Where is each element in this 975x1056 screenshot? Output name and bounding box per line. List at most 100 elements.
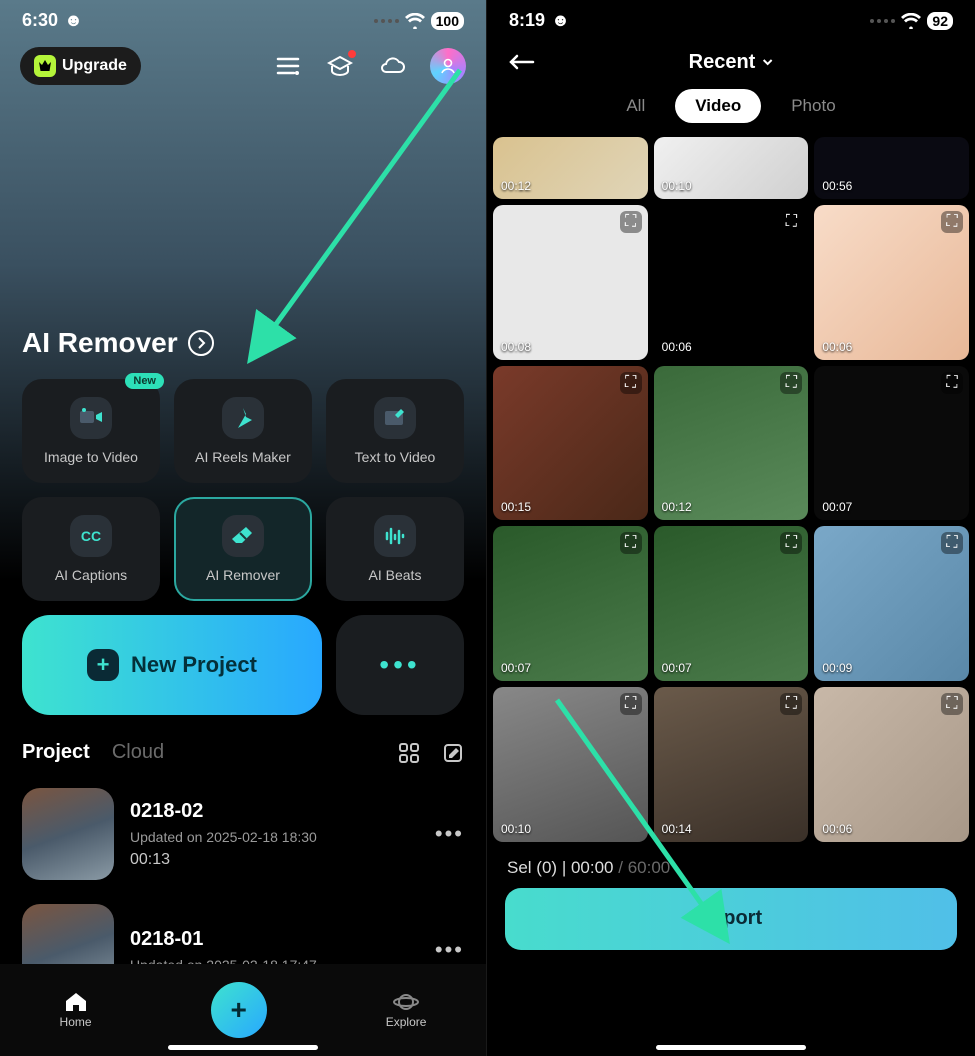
import-screen: 8:19 ☻ 92 Recent All Video Photo 00:12 0… bbox=[487, 0, 975, 1056]
filter-video[interactable]: Video bbox=[675, 89, 761, 123]
media-item[interactable]: ⛶ 00:10 bbox=[493, 687, 648, 842]
bottom-nav: Home + Explore bbox=[0, 964, 486, 1056]
expand-icon[interactable]: ⛶ bbox=[780, 211, 802, 233]
chevron-down-icon bbox=[761, 57, 773, 67]
academy-icon[interactable] bbox=[326, 52, 354, 80]
status-bar: 8:19 ☻ 92 bbox=[487, 0, 975, 35]
planet-icon bbox=[393, 991, 419, 1013]
media-duration: 00:12 bbox=[662, 500, 692, 514]
nav-explore[interactable]: Explore bbox=[386, 991, 427, 1029]
media-item[interactable]: 00:56 bbox=[814, 137, 969, 199]
back-button[interactable] bbox=[507, 53, 535, 71]
profile-avatar[interactable] bbox=[430, 48, 466, 84]
battery-level: 92 bbox=[927, 12, 953, 30]
edit-icon[interactable] bbox=[442, 742, 464, 764]
expand-icon[interactable]: ⛶ bbox=[620, 693, 642, 715]
eraser-icon bbox=[222, 515, 264, 557]
project-more-icon[interactable]: ••• bbox=[435, 821, 464, 847]
media-duration: 00:08 bbox=[501, 340, 531, 354]
home-icon bbox=[64, 991, 88, 1013]
captions-icon: CC bbox=[70, 515, 112, 557]
expand-icon[interactable]: ⛶ bbox=[780, 372, 802, 394]
tool-ai-remover[interactable]: AI Remover bbox=[174, 497, 312, 601]
selection-time: 00:00 bbox=[571, 858, 614, 877]
tool-label: AI Remover bbox=[206, 567, 280, 583]
media-item[interactable]: ⛶00:07 bbox=[493, 526, 648, 681]
filter-photo[interactable]: Photo bbox=[771, 89, 855, 123]
media-duration: 00:06 bbox=[662, 340, 692, 354]
media-item[interactable]: ⛶00:09 bbox=[814, 526, 969, 681]
project-item[interactable]: 0218-02 Updated on 2025-02-18 18:30 00:1… bbox=[22, 776, 464, 892]
expand-icon[interactable]: ⛶ bbox=[620, 372, 642, 394]
expand-icon[interactable]: ⛶ bbox=[941, 532, 963, 554]
media-item[interactable]: ⛶00:14 bbox=[654, 687, 809, 842]
media-item[interactable]: ⛶ 00:08 bbox=[493, 205, 648, 360]
project-duration: 00:13 bbox=[130, 851, 419, 869]
tab-cloud[interactable]: Cloud bbox=[112, 741, 164, 764]
tool-label: AI Captions bbox=[55, 567, 127, 583]
nav-create-button[interactable]: + bbox=[211, 982, 267, 1038]
crown-icon bbox=[34, 55, 56, 77]
media-item[interactable]: 00:10 bbox=[654, 137, 809, 199]
cellular-dots-icon bbox=[870, 19, 895, 23]
project-more-icon[interactable]: ••• bbox=[435, 937, 464, 963]
new-project-button[interactable]: + New Project bbox=[22, 615, 322, 715]
tool-ai-captions[interactable]: CC AI Captions bbox=[22, 497, 160, 601]
expand-icon[interactable]: ⛶ bbox=[780, 532, 802, 554]
filter-tabs: All Video Photo bbox=[487, 79, 975, 137]
media-item[interactable]: ⛶ 00:06 bbox=[654, 205, 809, 360]
cloud-icon[interactable] bbox=[378, 52, 406, 80]
project-name: 0218-02 bbox=[130, 800, 419, 823]
album-dropdown[interactable]: Recent bbox=[689, 51, 774, 74]
expand-icon[interactable]: ⛶ bbox=[941, 372, 963, 394]
media-duration: 00:15 bbox=[501, 500, 531, 514]
import-button[interactable]: Import bbox=[505, 888, 957, 950]
cellular-dots-icon bbox=[374, 19, 399, 23]
expand-icon[interactable]: ⛶ bbox=[941, 693, 963, 715]
new-badge: New bbox=[125, 373, 164, 389]
chevron-right-icon[interactable] bbox=[188, 330, 214, 356]
tools-grid: New Image to Video AI Reels Maker Text t… bbox=[0, 359, 486, 601]
status-time: 6:30 bbox=[22, 10, 58, 31]
media-item[interactable]: 00:12 bbox=[493, 137, 648, 199]
media-item[interactable]: ⛶00:06 bbox=[814, 205, 969, 360]
tool-image-to-video[interactable]: New Image to Video bbox=[22, 379, 160, 483]
new-project-label: New Project bbox=[131, 652, 257, 678]
tool-text-to-video[interactable]: Text to Video bbox=[326, 379, 464, 483]
tool-label: Image to Video bbox=[44, 449, 138, 465]
battery-level: 100 bbox=[431, 12, 464, 30]
media-item[interactable]: ⛶00:07 bbox=[654, 526, 809, 681]
media-item[interactable]: ⛶ 00:15 bbox=[493, 366, 648, 521]
list-icon[interactable] bbox=[274, 52, 302, 80]
smiley-icon: ☻ bbox=[64, 10, 83, 31]
media-duration: 00:56 bbox=[822, 179, 852, 193]
expand-icon[interactable]: ⛶ bbox=[620, 532, 642, 554]
media-duration: 00:07 bbox=[822, 500, 852, 514]
text-video-icon bbox=[374, 397, 416, 439]
expand-icon[interactable]: ⛶ bbox=[780, 693, 802, 715]
grid-view-icon[interactable] bbox=[398, 742, 420, 764]
nav-home[interactable]: Home bbox=[60, 991, 92, 1029]
media-item[interactable]: ⛶00:06 bbox=[814, 687, 969, 842]
more-button[interactable]: ••• bbox=[336, 615, 464, 715]
home-screen: 6:30 ☻ 100 Upgrade bbox=[0, 0, 487, 1056]
media-item[interactable]: ⛶ 00:07 bbox=[814, 366, 969, 521]
hero-section: AI Remover bbox=[0, 97, 486, 359]
media-item[interactable]: ⛶ 00:12 bbox=[654, 366, 809, 521]
expand-icon[interactable]: ⛶ bbox=[941, 211, 963, 233]
status-time: 8:19 bbox=[509, 10, 545, 31]
filter-all[interactable]: All bbox=[606, 89, 665, 123]
status-bar: 6:30 ☻ 100 bbox=[0, 0, 486, 35]
plus-icon: + bbox=[87, 649, 119, 681]
upgrade-button[interactable]: Upgrade bbox=[20, 47, 141, 85]
tool-ai-reels[interactable]: AI Reels Maker bbox=[174, 379, 312, 483]
expand-icon[interactable]: ⛶ bbox=[620, 211, 642, 233]
selection-limit: 60:00 bbox=[628, 858, 671, 877]
selection-bar: Sel (0) | 00:00 / 60:00 bbox=[487, 842, 975, 888]
nav-explore-label: Explore bbox=[386, 1015, 427, 1029]
tool-ai-beats[interactable]: AI Beats bbox=[326, 497, 464, 601]
selection-count: Sel (0) bbox=[507, 858, 557, 877]
media-grid: 00:12 00:10 00:56 ⛶00:08 ⛶00:06 ⛶00:06 ⛶… bbox=[487, 137, 975, 842]
tab-project[interactable]: Project bbox=[22, 741, 90, 764]
media-duration: 00:10 bbox=[501, 822, 531, 836]
